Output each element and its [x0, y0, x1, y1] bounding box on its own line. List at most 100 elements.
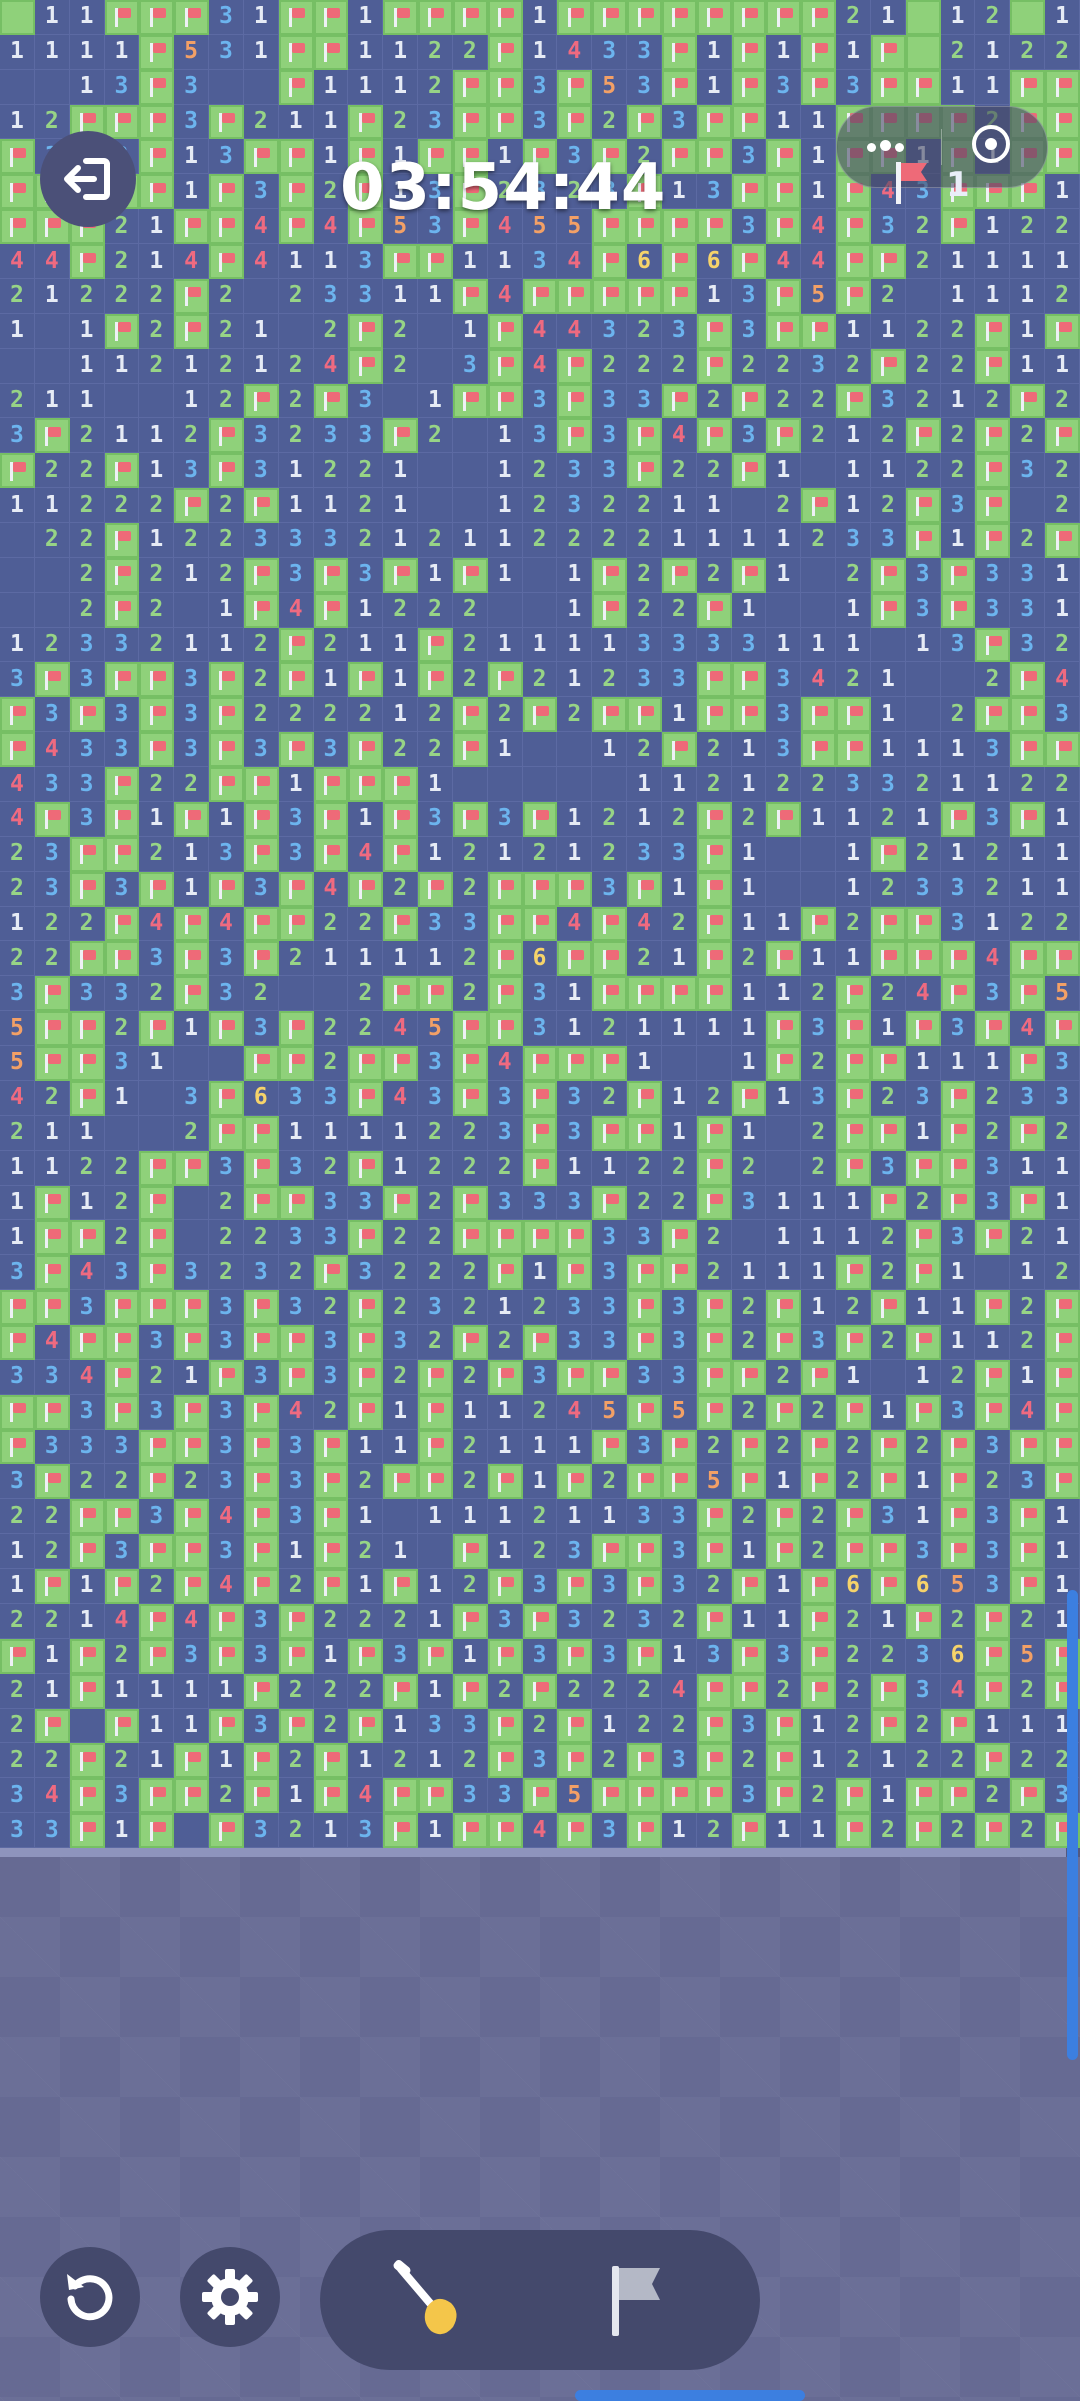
- number-cell[interactable]: 2: [592, 1464, 628, 1500]
- flagged-cell[interactable]: [940, 1464, 976, 1500]
- number-cell[interactable]: 2: [139, 1359, 175, 1395]
- number-cell[interactable]: 1: [383, 1115, 419, 1151]
- number-cell[interactable]: 1: [0, 488, 35, 524]
- number-cell[interactable]: 4: [801, 209, 837, 245]
- number-cell[interactable]: 1: [278, 1778, 314, 1814]
- flagged-cell[interactable]: [766, 418, 802, 454]
- number-cell[interactable]: 3: [627, 1429, 662, 1465]
- number-cell[interactable]: 2: [418, 69, 453, 105]
- empty-cell[interactable]: [383, 383, 419, 419]
- number-cell[interactable]: 2: [418, 34, 453, 70]
- number-cell[interactable]: 1: [487, 732, 523, 768]
- number-cell[interactable]: 3: [278, 1290, 314, 1325]
- number-cell[interactable]: 2: [452, 1359, 488, 1395]
- number-cell[interactable]: 1: [313, 941, 349, 977]
- empty-cell[interactable]: [34, 557, 70, 593]
- number-cell[interactable]: 2: [592, 1011, 628, 1047]
- number-cell[interactable]: 1: [766, 1220, 802, 1256]
- number-cell[interactable]: 1: [209, 592, 244, 628]
- number-cell[interactable]: 1: [940, 732, 976, 768]
- number-cell[interactable]: 1: [174, 1011, 210, 1047]
- number-cell[interactable]: 3: [452, 1778, 488, 1814]
- flagged-cell[interactable]: [104, 836, 140, 872]
- number-cell[interactable]: 1: [0, 1534, 35, 1570]
- empty-cell[interactable]: [0, 348, 35, 384]
- number-cell[interactable]: 3: [975, 592, 1011, 628]
- number-cell[interactable]: 1: [209, 801, 244, 837]
- flagged-cell[interactable]: [278, 139, 314, 175]
- flagged-cell[interactable]: [69, 1813, 105, 1848]
- number-cell[interactable]: 1: [940, 244, 976, 279]
- number-cell[interactable]: 2: [487, 1150, 523, 1186]
- flagged-cell[interactable]: [627, 1255, 662, 1291]
- number-cell[interactable]: 4: [1010, 1011, 1046, 1047]
- flagged-cell[interactable]: [801, 0, 837, 35]
- number-cell[interactable]: 1: [766, 104, 802, 140]
- number-cell[interactable]: 2: [592, 523, 628, 558]
- number-cell[interactable]: 1: [452, 523, 488, 558]
- number-cell[interactable]: 1: [487, 244, 523, 279]
- number-cell[interactable]: 2: [801, 1150, 837, 1186]
- number-cell[interactable]: 2: [592, 836, 628, 872]
- empty-cell[interactable]: [522, 557, 558, 593]
- number-cell[interactable]: 2: [139, 976, 175, 1012]
- number-cell[interactable]: 1: [870, 313, 906, 349]
- number-cell[interactable]: 2: [766, 1359, 802, 1395]
- number-cell[interactable]: 2: [313, 313, 349, 349]
- flagged-cell[interactable]: [313, 592, 349, 628]
- number-cell[interactable]: 2: [696, 1569, 732, 1604]
- number-cell[interactable]: 1: [627, 1011, 662, 1047]
- number-cell[interactable]: 3: [870, 767, 906, 802]
- number-cell[interactable]: 1: [975, 1708, 1011, 1744]
- number-cell[interactable]: 1: [383, 941, 419, 977]
- number-cell[interactable]: 2: [0, 871, 35, 907]
- number-cell[interactable]: 1: [348, 34, 384, 70]
- flagged-cell[interactable]: [487, 662, 523, 698]
- flagged-cell[interactable]: [487, 0, 523, 35]
- flagged-cell[interactable]: [69, 1046, 105, 1081]
- number-cell[interactable]: 1: [243, 0, 279, 35]
- flagged-cell[interactable]: [313, 1499, 349, 1535]
- flagged-cell[interactable]: [1010, 1429, 1046, 1465]
- empty-cell[interactable]: [313, 976, 349, 1012]
- number-cell[interactable]: 1: [104, 34, 140, 70]
- number-cell[interactable]: 2: [243, 662, 279, 698]
- number-cell[interactable]: 2: [383, 1603, 419, 1639]
- number-cell[interactable]: 2: [209, 488, 244, 524]
- flagged-cell[interactable]: [870, 592, 906, 628]
- flagged-cell[interactable]: [0, 697, 35, 733]
- flagged-cell[interactable]: [905, 523, 941, 558]
- number-cell[interactable]: 1: [1010, 836, 1046, 872]
- flagged-cell[interactable]: [69, 1534, 105, 1570]
- number-cell[interactable]: 2: [1010, 906, 1046, 942]
- flagged-cell[interactable]: [313, 801, 349, 837]
- number-cell[interactable]: 2: [104, 1464, 140, 1500]
- number-cell[interactable]: 3: [348, 383, 384, 419]
- number-cell[interactable]: 2: [940, 1359, 976, 1395]
- flagged-cell[interactable]: [452, 1046, 488, 1081]
- flagged-cell[interactable]: [1010, 1185, 1046, 1221]
- number-cell[interactable]: 1: [487, 1499, 523, 1535]
- number-cell[interactable]: 3: [209, 1394, 244, 1430]
- number-cell[interactable]: 3: [975, 1569, 1011, 1604]
- number-cell[interactable]: 1: [661, 697, 697, 733]
- number-cell[interactable]: 2: [940, 418, 976, 454]
- vertical-scrollbar[interactable]: [1067, 1590, 1078, 2060]
- flagged-cell[interactable]: [905, 1603, 941, 1639]
- number-cell[interactable]: 3: [557, 1534, 593, 1570]
- flagged-cell[interactable]: [69, 1324, 105, 1360]
- number-cell[interactable]: 2: [801, 523, 837, 558]
- number-cell[interactable]: 2: [34, 906, 70, 942]
- number-cell[interactable]: 1: [0, 104, 35, 140]
- number-cell[interactable]: 3: [731, 1708, 767, 1744]
- number-cell[interactable]: 1: [383, 1429, 419, 1465]
- number-cell[interactable]: 3: [627, 69, 662, 105]
- number-cell[interactable]: 2: [452, 1569, 488, 1604]
- flagged-cell[interactable]: [348, 1708, 384, 1744]
- number-cell[interactable]: 1: [139, 1046, 175, 1081]
- flagged-cell[interactable]: [383, 1673, 419, 1709]
- number-cell[interactable]: 2: [278, 1255, 314, 1291]
- flagged-cell[interactable]: [627, 697, 662, 733]
- number-cell[interactable]: 1: [836, 1359, 871, 1395]
- number-cell[interactable]: 3: [209, 941, 244, 977]
